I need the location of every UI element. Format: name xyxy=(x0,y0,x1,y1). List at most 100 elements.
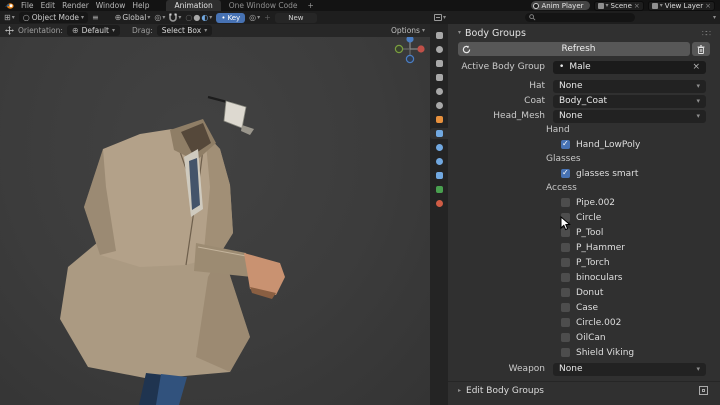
chevron-down-icon[interactable]: ▾ xyxy=(606,2,609,9)
properties-filter-icon[interactable]: ▾ xyxy=(713,14,716,21)
chevron-down-icon: ▾ xyxy=(111,26,115,34)
coat-dropdown[interactable]: Body_Coat ▾ xyxy=(553,94,706,108)
proportional-falloff-icon[interactable]: ◐ xyxy=(201,13,208,22)
key-button[interactable]: • Key xyxy=(216,12,246,23)
snap-toggle[interactable]: ▾ xyxy=(169,13,181,22)
viewport-menus-icon[interactable]: ≡ xyxy=(92,13,99,22)
anim-player-button[interactable]: Anim Player xyxy=(530,1,590,10)
properties-tab-object[interactable] xyxy=(430,114,448,125)
collapsed-icon[interactable]: ▸ xyxy=(458,387,461,394)
hat-dropdown[interactable]: None ▾ xyxy=(553,79,706,93)
proportional-off-icon[interactable]: ○ xyxy=(185,13,192,22)
weapon-dropdown[interactable]: None ▾ xyxy=(553,362,706,376)
properties-editor-type-selector[interactable]: ▾ xyxy=(434,14,446,21)
new-button[interactable]: New xyxy=(274,12,317,23)
checkbox[interactable] xyxy=(561,273,570,282)
proportional-editing-group[interactable]: ○ ● ◐ ▾ xyxy=(185,13,213,22)
chevron-down-icon[interactable]: ▾ xyxy=(660,2,663,9)
properties-tab-scene[interactable] xyxy=(430,86,448,97)
properties-tab-material[interactable] xyxy=(430,198,448,209)
properties-tab-constraints[interactable] xyxy=(430,170,448,181)
access-item-case[interactable]: Case xyxy=(458,300,710,315)
checkbox[interactable] xyxy=(561,198,570,207)
checkbox[interactable] xyxy=(561,288,570,297)
checkbox[interactable] xyxy=(561,318,570,327)
checkbox[interactable] xyxy=(561,139,570,149)
hand-mesh xyxy=(244,253,285,295)
remove-view-layer-icon[interactable]: × xyxy=(705,2,711,10)
checkbox[interactable] xyxy=(561,258,570,267)
body-groups-header[interactable]: ▾ Body Groups ∷∷ xyxy=(458,26,711,40)
scene-selector[interactable]: ▾ Scene × xyxy=(593,0,644,11)
properties-tab-world[interactable] xyxy=(430,100,448,111)
popout-box-icon[interactable] xyxy=(699,386,708,395)
drag-setting-dropdown[interactable]: Select Box ▾ xyxy=(156,25,213,36)
viewport-options-dropdown[interactable]: Options ▾ xyxy=(391,26,425,35)
menu-window[interactable]: Window xyxy=(96,1,126,10)
mode-dropdown[interactable]: ○ Object Mode ▾ xyxy=(18,12,88,23)
checkbox[interactable] xyxy=(561,303,570,312)
head-mesh-dropdown[interactable]: None ▾ xyxy=(553,109,706,123)
checkbox[interactable] xyxy=(561,168,570,178)
character-model[interactable] xyxy=(0,37,430,405)
delete-button[interactable] xyxy=(692,42,710,56)
edit-body-groups-panel[interactable]: ▸ Edit Body Groups xyxy=(458,382,710,399)
active-body-group-field[interactable]: • Male × xyxy=(553,60,706,74)
properties-tab-tool[interactable] xyxy=(430,30,448,41)
hand-lowpoly-row[interactable]: Hand_LowPoly xyxy=(458,137,710,152)
pivot-point-dropdown[interactable]: ◎ ▾ xyxy=(154,13,165,22)
workspace-tab-one-window-code[interactable]: One Window Code xyxy=(227,0,300,11)
checkbox[interactable] xyxy=(561,348,570,357)
properties-search-input[interactable] xyxy=(524,13,635,22)
workspace-tab-animation[interactable]: Animation xyxy=(166,0,221,11)
move-tool-icon[interactable] xyxy=(5,26,14,35)
menu-help[interactable]: Help xyxy=(132,1,149,10)
gizmo-z-neg-axis[interactable] xyxy=(405,54,415,64)
properties-tab-modifiers[interactable] xyxy=(430,128,448,139)
refresh-row: Refresh xyxy=(458,42,710,56)
editor-type-selector[interactable]: ⊞ ▾ xyxy=(4,13,15,22)
navigation-gizmo[interactable] xyxy=(393,35,427,67)
weapon-value: None xyxy=(559,364,583,374)
transform-orientation-dropdown[interactable]: ⊕ Global ▾ xyxy=(115,13,151,22)
proportional-on-icon[interactable]: ● xyxy=(193,13,200,22)
access-item-circle-002[interactable]: Circle.002 xyxy=(458,315,710,330)
refresh-button[interactable]: Refresh xyxy=(458,42,690,56)
properties-tab-view-layer[interactable] xyxy=(430,72,448,83)
gizmo-x-axis[interactable] xyxy=(417,45,425,53)
blender-logo-icon[interactable] xyxy=(5,2,14,10)
access-item-p-torch[interactable]: P_Torch xyxy=(458,255,710,270)
access-item-shield-viking[interactable]: Shield Viking xyxy=(458,345,710,360)
clear-icon[interactable]: × xyxy=(692,62,700,72)
access-item-p-hammer[interactable]: P_Hammer xyxy=(458,240,710,255)
menu-render[interactable]: Render xyxy=(62,1,89,10)
checkbox[interactable] xyxy=(561,243,570,252)
menu-edit[interactable]: Edit xyxy=(41,1,56,10)
unlink-scene-icon[interactable]: × xyxy=(634,2,640,10)
glasses-smart-row[interactable]: glasses smart xyxy=(458,166,710,181)
keying-set-dropdown[interactable]: ◎ ▾ xyxy=(249,13,260,22)
access-item-pipe-002[interactable]: Pipe.002 xyxy=(458,195,710,210)
properties-tab-object-data[interactable] xyxy=(430,184,448,195)
properties-tab-output[interactable] xyxy=(430,58,448,69)
checkbox[interactable] xyxy=(561,333,570,342)
chevron-down-icon: ▾ xyxy=(209,13,213,21)
collapse-icon[interactable]: ▾ xyxy=(458,30,461,36)
properties-tab-particles[interactable] xyxy=(430,142,448,153)
access-item-donut[interactable]: Donut xyxy=(458,285,710,300)
drag-handle-icon[interactable]: ∷∷ xyxy=(702,29,711,38)
properties-tab-render[interactable] xyxy=(430,44,448,55)
viewport-3d[interactable] xyxy=(0,35,430,405)
access-item-circle[interactable]: Circle xyxy=(458,210,710,225)
access-item-binoculars[interactable]: binoculars xyxy=(458,270,710,285)
properties-tab-physics[interactable] xyxy=(430,156,448,167)
access-item-oilcan[interactable]: OilCan xyxy=(458,330,710,345)
add-workspace-button[interactable]: + xyxy=(306,0,316,11)
orientation-setting-dropdown[interactable]: ⊕ Default ▾ xyxy=(66,25,120,36)
view-layer-name: View Layer xyxy=(664,1,704,10)
gizmo-y-axis[interactable] xyxy=(394,44,404,54)
view-layer-selector[interactable]: ▾ View Layer × xyxy=(647,0,715,11)
menu-file[interactable]: File xyxy=(21,1,34,10)
add-icon[interactable]: + xyxy=(264,13,271,22)
access-item-p-tool[interactable]: P_Tool xyxy=(458,225,710,240)
